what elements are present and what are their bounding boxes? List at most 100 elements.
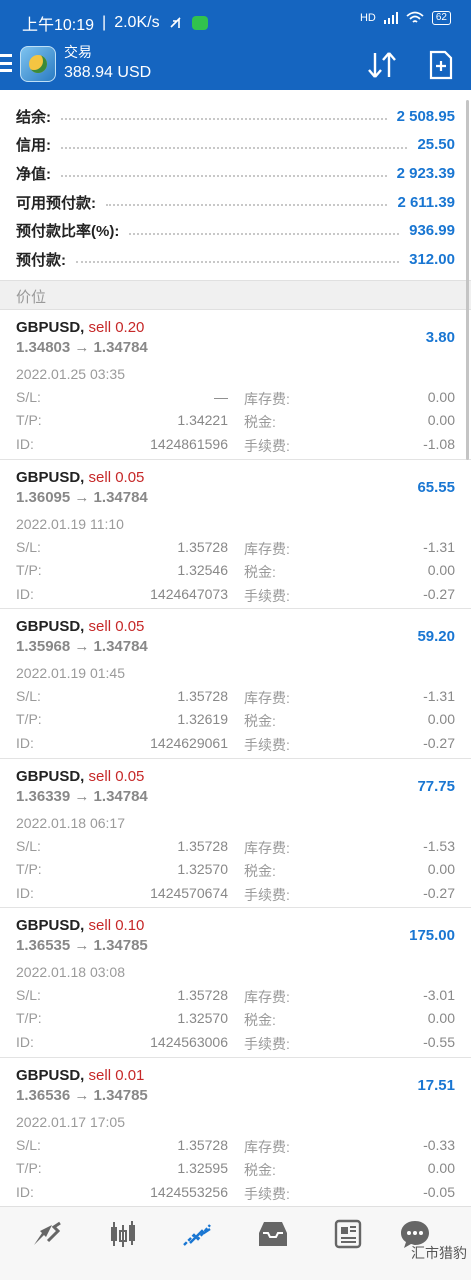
summary-value: 2 611.39 [397, 193, 455, 211]
summary-row: 预付款: 312.00 [0, 245, 471, 274]
position-side: sell 0.05 [88, 618, 145, 635]
tp-value: 1.32619 [177, 711, 228, 727]
position-symbol: GBPUSD, sell 0.10 [16, 917, 144, 934]
symbol-label: GBPUSD, [16, 319, 85, 336]
position-profit: 59.20 [417, 628, 455, 645]
sl-label: S/L: [16, 837, 41, 854]
summary-value: 936.99 [409, 222, 455, 240]
summary-label: 净值: [16, 165, 51, 183]
tax-label: 税金: [244, 862, 276, 879]
position-open-time: 2022.01.19 01:45 [16, 665, 125, 681]
position-symbol: GBPUSD, sell 0.01 [16, 1067, 144, 1084]
swap-value: -0.33 [423, 1136, 455, 1153]
position-prices: 1.34803 → 1.34784 [16, 339, 148, 356]
tp-value: 1.32546 [177, 561, 228, 578]
positions-list[interactable]: GBPUSD, sell 0.20 1.34803 → 1.34784 3.80 20… [0, 310, 471, 1206]
tax-label: 税金: [244, 414, 276, 430]
position-item[interactable]: GBPUSD, sell 0.10 1.36535 → 1.34785 175.00… [0, 908, 471, 1058]
swap-label: 库存费: [244, 839, 290, 856]
swap-label: 库存费: [244, 690, 290, 706]
position-prices: 1.36535 → 1.34785 [16, 937, 148, 954]
fee-value: -0.27 [423, 585, 455, 602]
section-header-positions: 价位 [0, 280, 471, 310]
position-profit: 77.75 [417, 777, 455, 795]
tp-label: T/P: [16, 561, 42, 578]
id-label: ID: [16, 735, 34, 751]
summary-label: 结余: [16, 108, 51, 126]
id-label: ID: [16, 585, 34, 602]
header-balance: 388.94 USD [64, 64, 152, 81]
fee-value: -0.27 [423, 735, 455, 751]
tax-label: 税金: [244, 713, 276, 729]
trade-icon[interactable] [180, 1217, 214, 1251]
position-side: sell 0.05 [88, 767, 145, 785]
symbol-label: GBPUSD, [16, 468, 85, 486]
wifi-icon [406, 11, 424, 23]
position-symbol: GBPUSD, sell 0.05 [16, 768, 144, 785]
signal-icon [383, 12, 398, 24]
id-label: ID: [16, 884, 34, 901]
position-item[interactable]: GBPUSD, sell 0.01 1.36536 → 1.34785 17.51 2… [0, 1058, 471, 1207]
battery-icon: 62 [431, 11, 451, 25]
position-prices: 1.36339 → 1.34784 [16, 787, 148, 805]
tp-value: 1.34221 [177, 412, 228, 428]
sl-label: S/L: [16, 688, 41, 704]
history-icon[interactable] [256, 1217, 290, 1251]
fee-value: -0.55 [423, 1034, 455, 1050]
dotted-leader [61, 118, 387, 121]
id-label: ID: [16, 436, 34, 452]
tax-label: 税金: [244, 1161, 276, 1178]
status-net-speed: 2.0K/s [114, 14, 160, 31]
menu-icon[interactable] [0, 52, 12, 74]
tax-value: 0.00 [427, 1159, 455, 1176]
quotes-icon[interactable] [30, 1217, 64, 1251]
id-value: 1424647073 [150, 585, 228, 602]
fee-label: 手续费: [244, 587, 290, 604]
summary-value: 312.00 [409, 250, 455, 268]
fee-value: -0.05 [423, 1183, 455, 1200]
symbol-label: GBPUSD, [16, 618, 85, 635]
position-symbol: GBPUSD, sell 0.05 [16, 618, 144, 635]
sl-label: S/L: [16, 1136, 41, 1153]
summary-label: 信用: [16, 137, 51, 155]
swap-label: 库存费: [244, 391, 290, 407]
sl-label: S/L: [16, 389, 41, 405]
position-open-time: 2022.01.18 03:08 [16, 964, 125, 980]
id-value: 1424563006 [150, 1034, 228, 1050]
position-side: sell 0.05 [88, 468, 145, 486]
chart-icon[interactable] [106, 1217, 140, 1251]
dotted-leader [61, 146, 408, 149]
sort-icon[interactable] [366, 50, 398, 80]
status-time: 上午10:19 [22, 17, 95, 34]
summary-row: 净值: 2 923.39 [0, 159, 471, 188]
tp-label: T/P: [16, 860, 42, 877]
scrollbar[interactable] [466, 100, 469, 460]
tax-value: 0.00 [427, 711, 455, 727]
mute-icon [169, 17, 181, 28]
position-open-time: 2022.01.19 11:10 [16, 515, 124, 532]
id-value: 1424629061 [150, 735, 228, 751]
tp-label: T/P: [16, 412, 42, 428]
position-item[interactable]: GBPUSD, sell 0.05 1.35968 → 1.34784 59.20 2… [0, 609, 471, 759]
position-profit: 175.00 [409, 927, 455, 944]
sl-value: 1.35728 [177, 538, 228, 555]
position-item[interactable]: GBPUSD, sell 0.05 1.36339 → 1.34784 77.75 2… [0, 759, 471, 908]
swap-value: -1.31 [423, 688, 455, 704]
position-prices: 1.35968 → 1.34784 [16, 638, 148, 655]
dotted-leader [129, 232, 400, 235]
sl-label: S/L: [16, 538, 41, 555]
position-item[interactable]: GBPUSD, sell 0.20 1.34803 → 1.34784 3.80 20… [0, 310, 471, 460]
position-open-time: 2022.01.25 03:35 [16, 366, 125, 382]
id-value: 1424861596 [150, 436, 228, 452]
position-item[interactable]: GBPUSD, sell 0.05 1.36095 → 1.34784 65.55 2… [0, 460, 471, 609]
fee-label: 手续费: [244, 438, 290, 454]
new-order-icon[interactable] [428, 50, 454, 80]
id-value: 1424570674 [150, 884, 228, 901]
news-icon[interactable] [332, 1217, 366, 1251]
dotted-leader [106, 204, 388, 207]
fee-label: 手续费: [244, 886, 290, 903]
dotted-leader [61, 175, 387, 178]
tp-value: 1.32595 [177, 1159, 228, 1176]
sl-label: S/L: [16, 987, 41, 1003]
status-bar: 上午10:19 | 2.0K/s HD 62 [0, 0, 471, 40]
